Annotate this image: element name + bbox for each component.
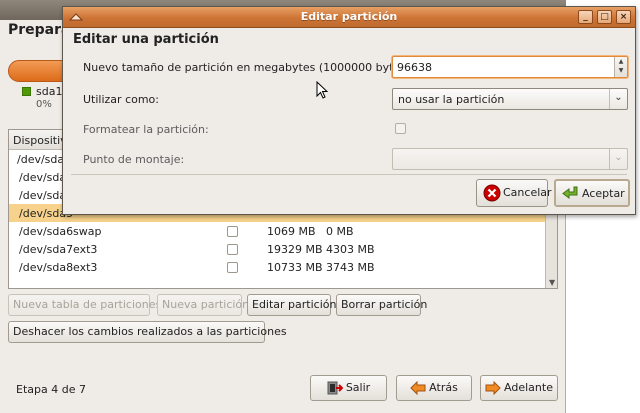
quit-icon xyxy=(327,381,343,395)
edit-partition-button[interactable]: Editar partición xyxy=(247,294,336,316)
cancel-label: Cancelar xyxy=(503,186,552,199)
row-size: 19329 MB xyxy=(267,243,323,256)
dialog-titlebar[interactable]: Editar partición _ □ × xyxy=(63,7,635,28)
row-used: 3743 MB xyxy=(326,261,375,274)
row-device: /dev/sda7 xyxy=(19,243,74,256)
row-device: /dev/sda6 xyxy=(19,225,74,238)
partition-size-spinbox[interactable]: 96638 ▲ ▼ xyxy=(392,56,628,78)
accept-button[interactable]: Aceptar xyxy=(554,179,630,207)
forward-button[interactable]: Adelante xyxy=(480,375,558,401)
dialog-title: Editar partición xyxy=(300,10,398,23)
use-as-value: no usar la partición xyxy=(398,93,505,106)
row-type: swap xyxy=(73,225,102,238)
quit-label: Salir xyxy=(345,381,371,394)
legend-percent: 0% xyxy=(36,99,52,110)
mount-point-label: Punto de montaje: xyxy=(83,153,185,166)
row-device: /dev/sda xyxy=(17,153,65,166)
new-partition-button[interactable]: Nueva partición xyxy=(157,294,249,316)
back-button[interactable]: Atrás xyxy=(396,375,472,401)
row-used: 0 MB xyxy=(326,225,354,238)
row-size: 1069 MB xyxy=(267,225,316,238)
forward-label: Adelante xyxy=(504,381,553,394)
size-label: Nuevo tamaño de partición en megabytes (… xyxy=(83,61,414,74)
dropdown-arrow-icon: ⌄ xyxy=(609,149,627,169)
table-row[interactable]: /dev/sda8 ext3 10733 MB 3743 MB xyxy=(9,258,545,276)
dropdown-arrow-icon: ⌄ xyxy=(609,89,627,109)
minimize-button[interactable]: _ xyxy=(578,10,593,24)
row-size: 10733 MB xyxy=(267,261,323,274)
dialog-heading: Editar una partición xyxy=(73,32,219,47)
accept-icon xyxy=(562,186,578,199)
stage-indicator: Etapa 4 de 7 xyxy=(16,383,86,396)
forward-icon xyxy=(485,381,501,395)
close-button[interactable]: × xyxy=(616,10,631,24)
spin-arrows-icon[interactable]: ▲ ▼ xyxy=(614,57,627,77)
back-icon xyxy=(410,381,426,395)
row-used: 4303 MB xyxy=(326,243,375,256)
row-type: ext3 xyxy=(73,243,98,256)
legend-name: sda1 xyxy=(36,85,63,98)
undo-changes-button[interactable]: Deshacer los cambios realizados a las pa… xyxy=(8,321,287,343)
partition-size-value: 96638 xyxy=(397,61,432,74)
delete-partition-button[interactable]: Borrar partición xyxy=(336,294,427,316)
scroll-down-icon[interactable]: ▼ xyxy=(549,278,555,287)
cancel-button[interactable]: Cancelar xyxy=(476,179,552,207)
cancel-icon xyxy=(483,184,501,202)
edit-partition-dialog: Editar partición _ □ × Editar una partic… xyxy=(62,6,636,215)
row-format-checkbox[interactable] xyxy=(227,262,238,273)
format-checkbox[interactable] xyxy=(395,123,406,134)
quit-button[interactable]: Salir xyxy=(310,375,387,401)
row-device: /dev/sda8 xyxy=(19,261,74,274)
row-format-checkbox[interactable] xyxy=(227,244,238,255)
mouse-cursor-icon xyxy=(316,81,328,99)
mount-point-combobox[interactable]: ⌄ xyxy=(392,148,628,170)
row-format-checkbox[interactable] xyxy=(227,226,238,237)
legend-swatch xyxy=(22,87,31,96)
accept-label: Aceptar xyxy=(582,187,625,200)
use-as-label: Utilizar como: xyxy=(83,93,159,106)
maximize-button[interactable]: □ xyxy=(597,10,612,24)
row-type: ext3 xyxy=(73,261,98,274)
back-label: Atrás xyxy=(429,381,458,394)
format-label: Formatear la partición: xyxy=(83,123,209,136)
use-as-combobox[interactable]: no usar la partición ⌄ xyxy=(392,88,628,110)
table-row[interactable]: /dev/sda7 ext3 19329 MB 4303 MB xyxy=(9,240,545,258)
table-row[interactable]: /dev/sda6 swap 1069 MB 0 MB xyxy=(9,222,545,240)
dialog-separator xyxy=(71,174,627,175)
new-partition-table-button[interactable]: Nueva tabla de particiones xyxy=(8,294,161,316)
